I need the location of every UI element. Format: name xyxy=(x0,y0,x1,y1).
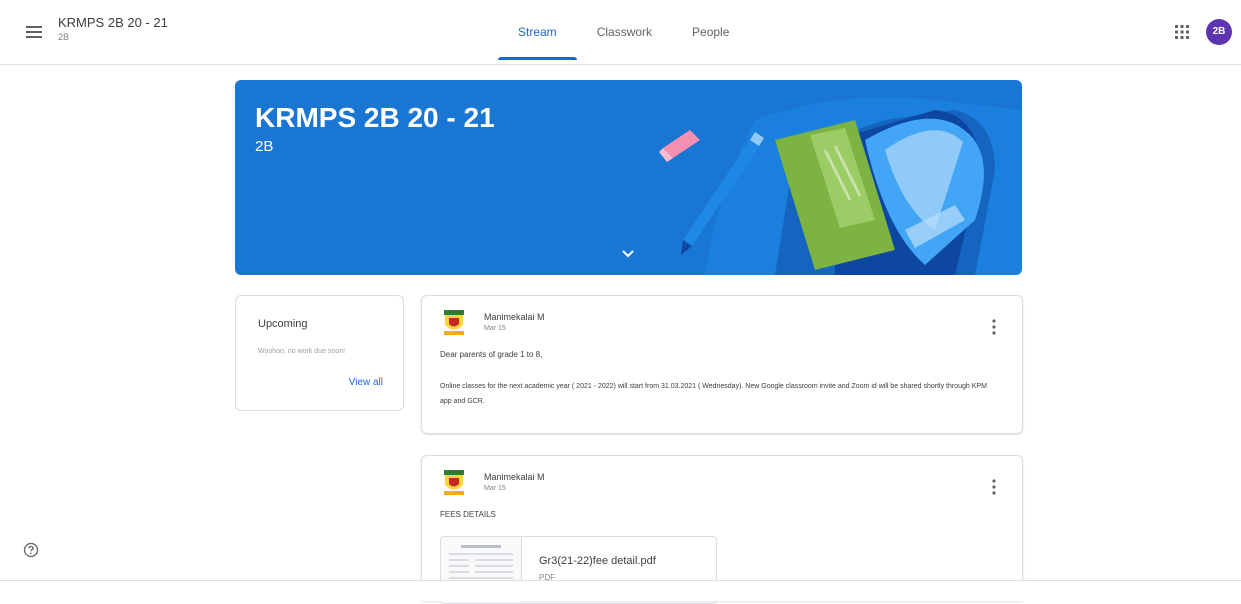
post-heading: FEES DETAILS xyxy=(440,510,496,519)
banner-section: 2B xyxy=(255,138,274,155)
class-banner: KRMPS 2B 20 - 21 2B xyxy=(235,80,1022,275)
hamburger-menu-icon[interactable] xyxy=(24,22,44,42)
help-icon[interactable] xyxy=(23,542,39,558)
attachment-name[interactable]: Gr3(21-22)fee detail.pdf xyxy=(539,555,656,567)
tab-bar: Stream Classwork People xyxy=(498,0,749,64)
post-greeting: Dear parents of grade 1 to 8, xyxy=(440,350,543,359)
upcoming-card: Upcoming Woohoo, no work due soon! View … xyxy=(235,295,404,411)
upcoming-status-text: Woohoo, no work due soon! xyxy=(258,348,346,355)
school-logo-icon xyxy=(444,470,464,495)
bottom-bar xyxy=(0,580,1241,601)
tab-classwork[interactable]: Classwork xyxy=(577,0,672,64)
post-date: Mar 15 xyxy=(484,485,506,492)
class-subtitle: 2B xyxy=(58,32,70,42)
upcoming-title: Upcoming xyxy=(258,318,308,330)
view-all-link[interactable]: View all xyxy=(349,377,383,388)
tab-stream[interactable]: Stream xyxy=(498,0,577,64)
account-avatar[interactable]: 2B xyxy=(1206,19,1232,45)
tab-people[interactable]: People xyxy=(672,0,749,64)
post-author[interactable]: Manimekalai M xyxy=(484,312,545,322)
more-options-icon[interactable] xyxy=(988,318,1000,336)
post-author[interactable]: Manimekalai M xyxy=(484,472,545,482)
class-title[interactable]: KRMPS 2B 20 - 21 xyxy=(58,15,168,30)
post-date: Mar 15 xyxy=(484,325,506,332)
school-logo-icon xyxy=(444,310,464,335)
post-body: Online classes for the next academic yea… xyxy=(440,383,987,405)
more-options-icon[interactable] xyxy=(988,478,1000,496)
apps-grid-icon[interactable] xyxy=(1172,22,1192,42)
chevron-down-icon[interactable] xyxy=(618,243,638,263)
top-app-bar: KRMPS 2B 20 - 21 2B Stream Classwork Peo… xyxy=(0,0,1241,65)
stream-post: Manimekalai M Mar 15 Dear parents of gra… xyxy=(421,295,1023,434)
banner-title: KRMPS 2B 20 - 21 xyxy=(255,102,495,133)
